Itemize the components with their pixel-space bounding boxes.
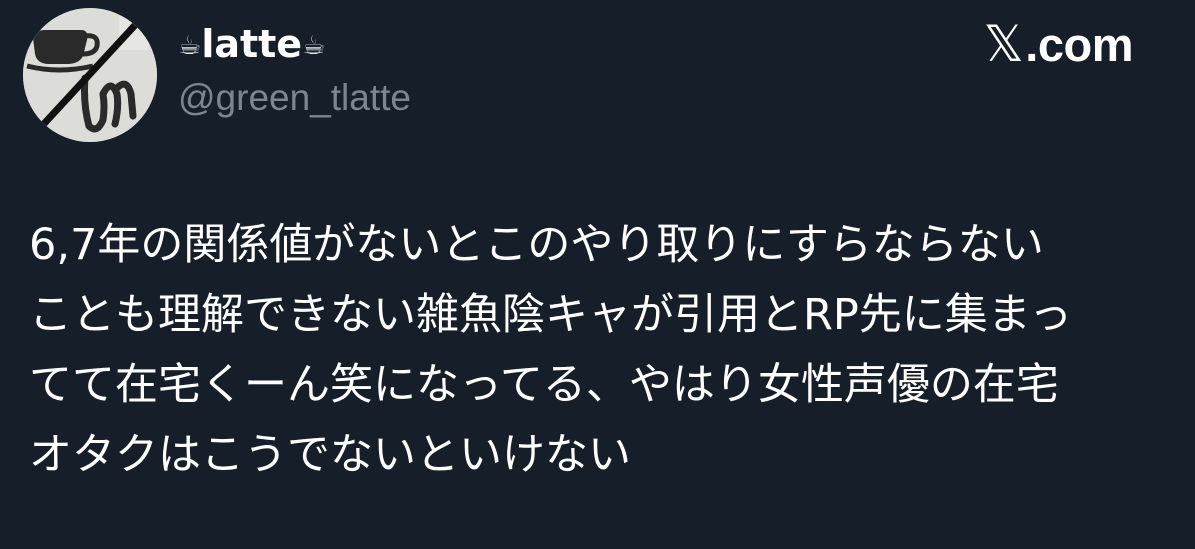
source-domain-suffix: .com: [1025, 17, 1133, 71]
cup-and-bunny-avatar-icon: [23, 8, 157, 142]
display-name-text: latte: [201, 22, 303, 66]
coffee-cup-icon: ☕: [302, 31, 326, 61]
coffee-cup-icon: ☕: [178, 31, 202, 61]
user-handle[interactable]: @green_tlatte: [178, 72, 411, 124]
source-watermark: 𝕏 .com: [984, 14, 1134, 74]
tweet-text-line: 6,7年の関係値がないとこのやり取りにすらならない: [29, 220, 1044, 270]
tweet-text-line: ことも理解できない雑魚陰キャが引用とRP先に集まっ: [29, 290, 1073, 340]
tweet-text-line: オタクはこうでないといけない: [29, 430, 631, 480]
x-logo-icon: 𝕏: [983, 15, 1024, 73]
tweet-text-line: てて在宅くーん笑になってる、やはり女性声優の在宅: [29, 360, 1059, 410]
avatar[interactable]: [23, 8, 157, 142]
tweet-text: 6,7年の関係値がないとこのやり取りにすらならない ことも理解できない雑魚陰キャ…: [29, 210, 1174, 490]
display-name[interactable]: ☕ latte ☕: [178, 16, 325, 72]
